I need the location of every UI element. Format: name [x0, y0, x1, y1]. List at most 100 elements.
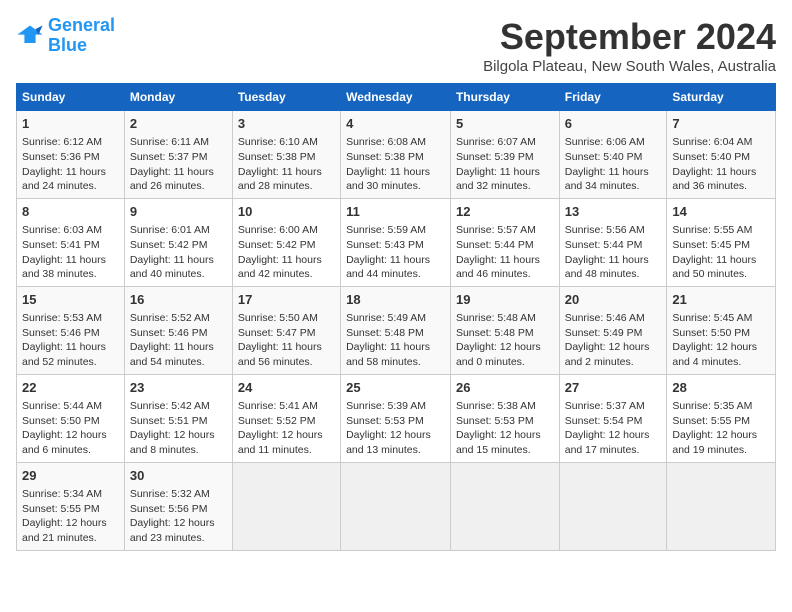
week-row: 15Sunrise: 5:53 AMSunset: 5:46 PMDayligh…	[17, 286, 776, 374]
day-number: 19	[456, 291, 554, 309]
day-number: 9	[130, 203, 227, 221]
daylight-label: Daylight: 12 hours and 15 minutes.	[456, 429, 541, 456]
calendar-cell	[232, 462, 340, 550]
sunset: Sunset: 5:50 PM	[22, 415, 100, 427]
calendar-cell: 25 Sunrise: 5:39 AM Sunset: 5:53 PM Dayligh…	[341, 374, 451, 462]
daylight-label: Daylight: 11 hours and 44 minutes.	[346, 254, 430, 281]
sunset: Sunset: 5:56 PM	[130, 503, 208, 515]
daylight-label: Daylight: 11 hours and 54 minutes.	[130, 341, 214, 368]
sunset: Sunset: 5:38 PM	[238, 151, 316, 163]
day-number: 27	[565, 379, 662, 397]
sunset: Sunset: 5:47 PM	[238, 327, 316, 339]
sunset: Sunset: 5:50 PM	[672, 327, 750, 339]
sunrise: Sunrise: 6:00 AM	[238, 224, 318, 236]
sunset: Sunset: 5:52 PM	[238, 415, 316, 427]
day-number: 23	[130, 379, 227, 397]
week-row: 8Sunrise: 6:03 AMSunset: 5:41 PMDaylight…	[17, 198, 776, 286]
day-number: 20	[565, 291, 662, 309]
day-number: 14	[672, 203, 770, 221]
day-number: 25	[346, 379, 445, 397]
location-subtitle: Bilgola Plateau, New South Wales, Austra…	[483, 58, 776, 75]
day-header-sunday: Sunday	[17, 84, 125, 111]
calendar-cell: 2Sunrise: 6:11 AMSunset: 5:37 PMDaylight…	[124, 111, 232, 199]
day-number: 18	[346, 291, 445, 309]
sunrise: Sunrise: 5:57 AM	[456, 224, 536, 236]
sunrise: Sunrise: 5:35 AM	[672, 400, 752, 412]
calendar-cell: 18Sunrise: 5:49 AMSunset: 5:48 PMDayligh…	[341, 286, 451, 374]
calendar-cell: 8Sunrise: 6:03 AMSunset: 5:41 PMDaylight…	[17, 198, 125, 286]
sunset: Sunset: 5:42 PM	[130, 239, 208, 251]
sunset: Sunset: 5:44 PM	[456, 239, 534, 251]
calendar-cell: 4Sunrise: 6:08 AMSunset: 5:38 PMDaylight…	[341, 111, 451, 199]
calendar-cell	[667, 462, 776, 550]
daylight-label: Daylight: 11 hours and 48 minutes.	[565, 254, 649, 281]
sunset: Sunset: 5:45 PM	[672, 239, 750, 251]
daylight-label: Daylight: 12 hours and 8 minutes.	[130, 429, 215, 456]
sunrise: Sunrise: 5:38 AM	[456, 400, 536, 412]
day-number: 30	[130, 467, 227, 485]
daylight-label: Daylight: 12 hours and 13 minutes.	[346, 429, 431, 456]
calendar-cell: 15Sunrise: 5:53 AMSunset: 5:46 PMDayligh…	[17, 286, 125, 374]
day-number: 7	[672, 115, 770, 133]
sunrise: Sunrise: 5:46 AM	[565, 312, 645, 324]
calendar-table: SundayMondayTuesdayWednesdayThursdayFrid…	[16, 83, 776, 551]
sunrise: Sunrise: 6:11 AM	[130, 136, 209, 148]
daylight-label: Daylight: 11 hours and 24 minutes.	[22, 166, 106, 193]
day-header-friday: Friday	[559, 84, 667, 111]
sunrise: Sunrise: 6:07 AM	[456, 136, 536, 148]
day-number: 2	[130, 115, 227, 133]
sunrise: Sunrise: 5:48 AM	[456, 312, 536, 324]
day-number: 29	[22, 467, 119, 485]
sunrise: Sunrise: 6:01 AM	[130, 224, 210, 236]
calendar-cell: 30 Sunrise: 5:32 AM Sunset: 5:56 PM Dayligh…	[124, 462, 232, 550]
day-number: 3	[238, 115, 335, 133]
sunset: Sunset: 5:49 PM	[565, 327, 643, 339]
day-number: 1	[22, 115, 119, 133]
day-number: 13	[565, 203, 662, 221]
calendar-cell: 27Sunrise: 5:37 AMSunset: 5:54 PMDayligh…	[559, 374, 667, 462]
week-row: 22Sunrise: 5:44 AMSunset: 5:50 PMDayligh…	[17, 374, 776, 462]
calendar-cell: 21Sunrise: 5:45 AMSunset: 5:50 PMDayligh…	[667, 286, 776, 374]
day-number: 12	[456, 203, 554, 221]
day-number: 24	[238, 379, 335, 397]
sunrise: Sunrise: 6:12 AM	[22, 136, 102, 148]
calendar-cell: 17Sunrise: 5:50 AMSunset: 5:47 PMDayligh…	[232, 286, 340, 374]
sunset: Sunset: 5:53 PM	[346, 415, 424, 427]
day-header-wednesday: Wednesday	[341, 84, 451, 111]
month-title: September 2024	[483, 16, 776, 58]
sunrise: Sunrise: 5:32 AM	[130, 488, 210, 500]
title-section: September 2024 Bilgola Plateau, New Sout…	[483, 16, 776, 75]
sunrise: Sunrise: 5:52 AM	[130, 312, 210, 324]
sunset: Sunset: 5:37 PM	[130, 151, 208, 163]
daylight-label: Daylight: 11 hours and 36 minutes.	[672, 166, 756, 193]
logo: General Blue	[16, 16, 115, 56]
sunrise: Sunrise: 5:55 AM	[672, 224, 752, 236]
calendar-cell: 12Sunrise: 5:57 AMSunset: 5:44 PMDayligh…	[450, 198, 559, 286]
daylight-label: Daylight: 11 hours and 56 minutes.	[238, 341, 322, 368]
calendar-cell: 10Sunrise: 6:00 AMSunset: 5:42 PMDayligh…	[232, 198, 340, 286]
calendar-cell: 24Sunrise: 5:41 AMSunset: 5:52 PMDayligh…	[232, 374, 340, 462]
logo-text: General Blue	[48, 16, 115, 56]
sunset: Sunset: 5:46 PM	[22, 327, 100, 339]
day-number: 26	[456, 379, 554, 397]
sunrise: Sunrise: 6:08 AM	[346, 136, 426, 148]
sunrise: Sunrise: 5:39 AM	[346, 400, 426, 412]
sunrise: Sunrise: 5:50 AM	[238, 312, 318, 324]
daylight-label: Daylight: 12 hours and 17 minutes.	[565, 429, 650, 456]
sunset: Sunset: 5:41 PM	[22, 239, 100, 251]
daylight-label: Daylight: 12 hours and 4 minutes.	[672, 341, 757, 368]
daylight-label: Daylight: 12 hours and 23 minutes.	[130, 517, 215, 544]
daylight-label: Daylight: 11 hours and 42 minutes.	[238, 254, 322, 281]
day-header-monday: Monday	[124, 84, 232, 111]
day-number: 21	[672, 291, 770, 309]
daylight-label: Daylight: 11 hours and 32 minutes.	[456, 166, 540, 193]
sunrise: Sunrise: 5:56 AM	[565, 224, 645, 236]
sunset: Sunset: 5:55 PM	[672, 415, 750, 427]
daylight-label: Daylight: 11 hours and 38 minutes.	[22, 254, 106, 281]
day-number: 8	[22, 203, 119, 221]
calendar-cell: 28Sunrise: 5:35 AMSunset: 5:55 PMDayligh…	[667, 374, 776, 462]
calendar-cell: 20Sunrise: 5:46 AMSunset: 5:49 PMDayligh…	[559, 286, 667, 374]
sunrise: Sunrise: 5:44 AM	[22, 400, 102, 412]
sunset: Sunset: 5:38 PM	[346, 151, 424, 163]
daylight-label: Daylight: 12 hours and 19 minutes.	[672, 429, 757, 456]
